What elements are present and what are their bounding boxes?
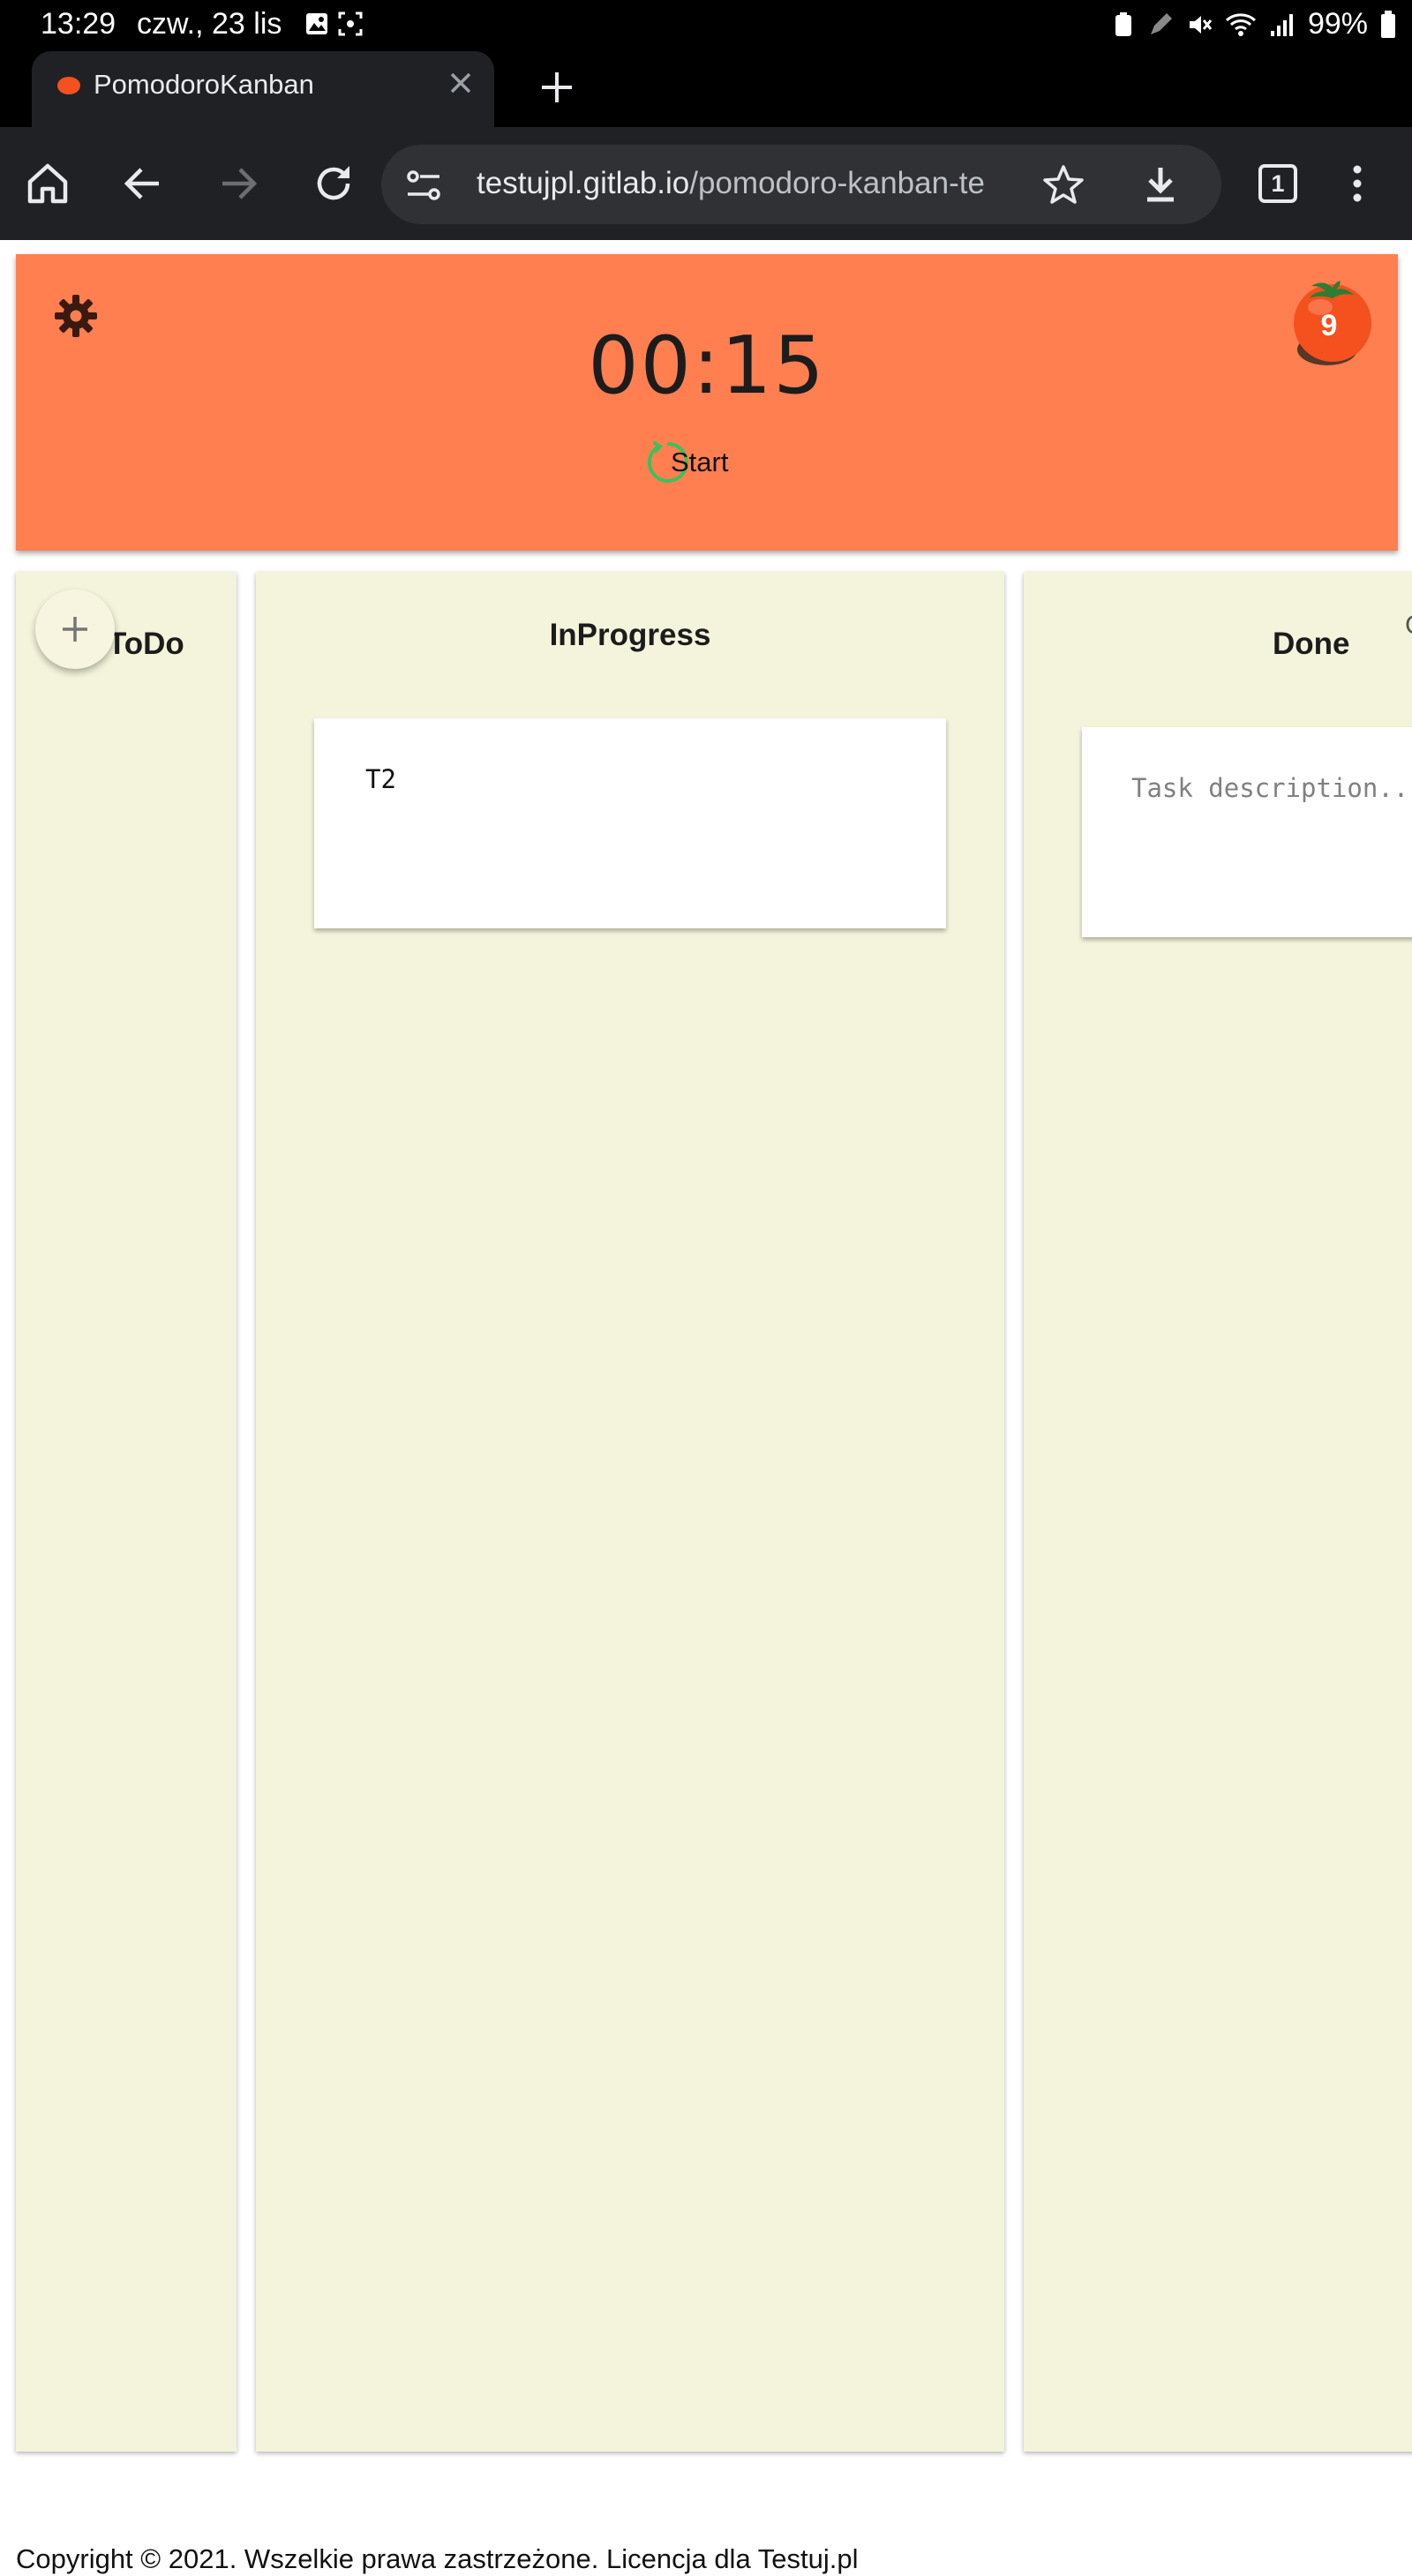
address-bar[interactable]: testujpl.gitlab.io/pomodoro-kanban-te — [381, 145, 1221, 224]
screenshot-notification-icon — [338, 11, 363, 36]
column-title-todo: ToDo — [108, 627, 184, 661]
mute-icon — [1189, 15, 1213, 34]
bookmark-star-icon[interactable] — [1041, 162, 1085, 207]
pen-icon — [1150, 12, 1172, 34]
footer-copyright: Copyright © 2021. Wszelkie prawa zastrze… — [16, 2543, 859, 2574]
status-time: 13:29 — [41, 7, 116, 41]
forward-icon[interactable] — [214, 159, 263, 208]
tab-title: PomodoroKanban — [94, 69, 314, 100]
status-date: czw., 23 lis — [137, 7, 282, 41]
task-description-input[interactable] — [1131, 773, 1412, 803]
plus-icon — [63, 617, 87, 642]
wifi-icon — [1225, 12, 1256, 36]
battery-percent: 99% — [1307, 7, 1368, 41]
task-card-text[interactable]: T2 — [365, 764, 396, 794]
tomato-favicon-icon — [57, 77, 80, 94]
browser-toolbar: testujpl.gitlab.io/pomodoro-kanban-te 1 — [0, 127, 1412, 240]
browser-tab-strip: PomodoroKanban — [0, 49, 1412, 127]
new-tab-icon[interactable] — [537, 67, 577, 108]
pomodoro-timer-panel: 00:15 Start 9 — [16, 254, 1398, 551]
pomodoro-count: 9 — [1320, 309, 1338, 342]
tab-switcher-button[interactable]: 1 — [1258, 164, 1297, 203]
column-title-done: Done — [1273, 627, 1350, 661]
battery-saver-icon — [1115, 11, 1131, 36]
column-title-inprogress: InProgress — [549, 618, 711, 652]
column-inprogress[interactable]: InProgress T2 — [256, 572, 1004, 2452]
status-bar: 13:29 czw., 23 lis 99% — [0, 0, 1412, 49]
site-settings-icon[interactable] — [404, 166, 443, 205]
url-host: testujpl.gitlab.io — [477, 166, 690, 200]
column-edge-text: C — [1405, 611, 1412, 641]
column-done[interactable]: Done C — [1024, 572, 1412, 2452]
timer-display: 00:15 — [588, 319, 826, 412]
start-button[interactable]: Start — [671, 447, 728, 478]
signal-icon — [1270, 13, 1293, 36]
close-tab-icon[interactable] — [445, 67, 477, 99]
url-path: /pomodoro-kanban-te — [689, 166, 985, 200]
add-task-button[interactable] — [35, 590, 115, 669]
task-card[interactable]: T2 — [314, 718, 946, 928]
battery-icon — [1381, 10, 1395, 38]
status-right-icons: 99% — [1112, 7, 1396, 41]
column-todo[interactable]: ToDo — [16, 572, 237, 2452]
more-options-icon[interactable] — [1341, 159, 1373, 208]
download-icon[interactable] — [1138, 162, 1183, 207]
reload-icon[interactable] — [309, 159, 358, 208]
task-card-new[interactable] — [1082, 727, 1412, 937]
gallery-notification-icon — [306, 13, 327, 34]
browser-tab[interactable]: PomodoroKanban — [32, 51, 494, 127]
home-icon[interactable] — [23, 159, 72, 208]
url-text[interactable]: testujpl.gitlab.io/pomodoro-kanban-te — [477, 166, 1045, 201]
back-icon[interactable] — [118, 159, 168, 208]
